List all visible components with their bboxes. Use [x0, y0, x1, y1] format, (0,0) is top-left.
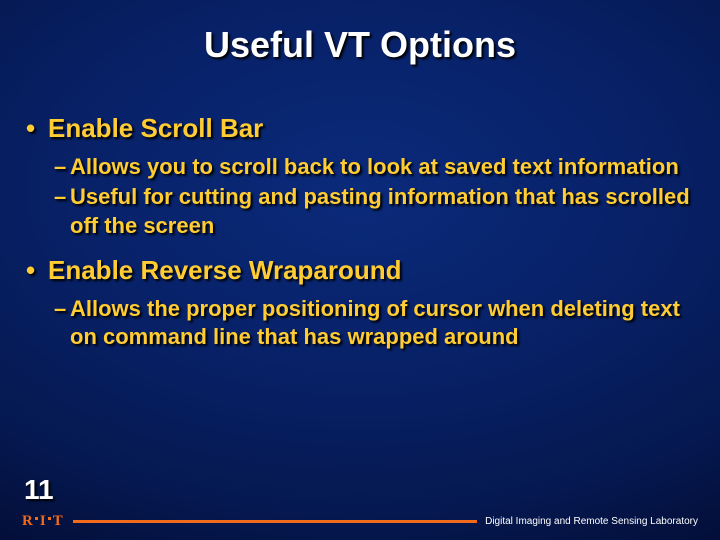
bullet-icon: • [26, 112, 48, 145]
slide: Useful VT Options • Enable Scroll Bar – … [0, 0, 720, 540]
rit-letter-r: R [22, 513, 33, 530]
bullet-2-sub-1-text: Allows the proper positioning of cursor … [70, 295, 694, 352]
bullet-1-text: Enable Scroll Bar [48, 112, 263, 145]
dash-icon: – [54, 295, 70, 352]
bullet-1-sub-1: – Allows you to scroll back to look at s… [26, 153, 694, 182]
bullet-2-sub-1: – Allows the proper positioning of curso… [26, 295, 694, 352]
footer: R I T Digital Imaging and Remote Sensing… [22, 510, 698, 532]
dot-icon [35, 517, 38, 520]
dash-icon: – [54, 153, 70, 182]
dot-icon [48, 517, 51, 520]
dash-icon: – [54, 183, 70, 240]
rit-logo: R I T [22, 513, 63, 530]
bullet-1-sub-2: – Useful for cutting and pasting informa… [26, 183, 694, 240]
slide-title: Useful VT Options [0, 24, 720, 66]
bullet-2-text: Enable Reverse Wraparound [48, 254, 402, 287]
footer-label: Digital Imaging and Remote Sensing Labor… [485, 516, 698, 527]
bullet-1-sub-1-text: Allows you to scroll back to look at sav… [70, 153, 694, 182]
bullet-2: • Enable Reverse Wraparound [26, 254, 694, 287]
slide-content: • Enable Scroll Bar – Allows you to scro… [26, 108, 694, 354]
bullet-icon: • [26, 254, 48, 287]
footer-divider [73, 520, 477, 523]
bullet-1-sub-2-text: Useful for cutting and pasting informati… [70, 183, 694, 240]
rit-letter-i: I [40, 513, 46, 530]
page-number: 11 [24, 474, 54, 506]
bullet-1: • Enable Scroll Bar [26, 112, 694, 145]
rit-letter-t: T [53, 513, 63, 530]
